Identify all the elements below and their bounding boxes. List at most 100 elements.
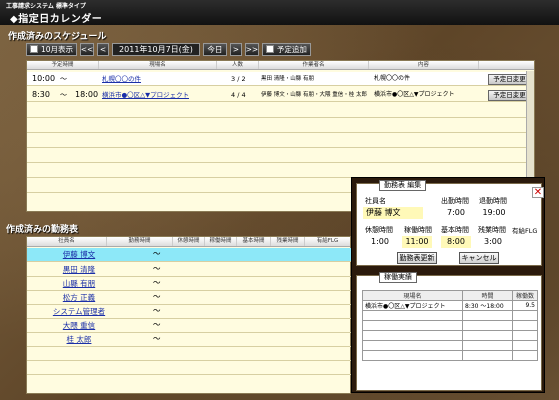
staff-row[interactable]: 桂 太郎 〜 (27, 333, 352, 347)
staff-row-selected[interactable]: 伊藤 博文 〜 (27, 248, 352, 262)
basic-time-value: 8:00 (441, 236, 471, 248)
col-rest: 休憩時間 (173, 237, 205, 246)
add-schedule-button[interactable]: 予定追加 (261, 42, 311, 56)
col-paid: 有給FLG (316, 238, 339, 244)
empty-row (27, 375, 352, 389)
site-link[interactable]: 札幌〇〇の件 (102, 72, 141, 86)
record-hours: 9.5 (512, 300, 538, 311)
change-date-button[interactable]: 予定日変更 (488, 90, 531, 101)
col-site: 現場名 (99, 61, 217, 69)
site-link[interactable]: 横浜市●〇区△▼プロジェクト (102, 88, 189, 102)
worker-count: 3 / 2 (231, 75, 246, 83)
staff-row[interactable]: 山縣 有朋 〜 (27, 277, 352, 291)
employee-link[interactable]: 松方 正義 (49, 291, 109, 305)
record-legend: 稼働実績 (379, 272, 417, 283)
empty-row (27, 164, 534, 178)
record-row: 横浜市●〇区△▼プロジェクト 8:30 〜18:00 9.5 (362, 300, 538, 311)
worker-names: 伊藤 博文・山縣 有朋・大隈 重信・桂 太郎 (261, 92, 367, 98)
close-icon[interactable]: ✕ (532, 187, 544, 198)
employee-link[interactable]: 山縣 有朋 (49, 277, 109, 291)
empty-row (27, 361, 352, 375)
next-day-button[interactable]: > (229, 42, 242, 56)
date-toolbar: 10月表示 << < 2011年10月7日(金) 今日 > >> 予定追加 (26, 42, 311, 56)
work-time: 〜 (153, 292, 161, 301)
staff-row[interactable]: 大隈 重信 〜 (27, 319, 352, 333)
col-employee: 社員名 (27, 237, 107, 246)
title-bar: 工事請求システム 標準タイプ ◆指定日カレンダー (0, 0, 559, 25)
next-month-button[interactable]: >> (244, 42, 259, 56)
cancel-button[interactable]: キャンセル (459, 252, 499, 264)
col-time: 予定時間 (27, 61, 99, 69)
employee-link[interactable]: 大隈 重信 (49, 319, 109, 333)
work-time-value: 11:00 (402, 236, 432, 248)
basic-label: 基本時間 (441, 226, 469, 234)
empty-row (362, 310, 538, 321)
staff-row[interactable]: 黒田 清隆 〜 (27, 263, 352, 277)
staff-header: 社員名 勤務時間 休憩時間 稼働時間 基本時間 残業時間 有給FLG (27, 237, 350, 247)
col-basic: 基本時間 (237, 237, 271, 246)
prev-day-button[interactable]: < (97, 42, 110, 56)
time-separator: 〜 (60, 75, 67, 83)
today-button[interactable]: 今日 (202, 42, 227, 56)
calendar-icon (30, 45, 38, 53)
schedule-row[interactable]: 8:30 〜 18:00 横浜市●〇区△▼プロジェクト 4 / 4 伊藤 博文・… (27, 88, 534, 102)
empty-row (27, 119, 534, 133)
col-content: 内容 (369, 61, 479, 69)
document-icon (265, 45, 274, 53)
employee-link[interactable]: 黒田 清隆 (49, 263, 109, 277)
work-record-panel: 稼働実績 現場名 時間 稼働数 横浜市●〇区△▼プロジェクト 8:30 〜18:… (356, 272, 542, 391)
empty-row (362, 350, 538, 361)
rest-label: 休憩時間 (365, 226, 393, 234)
empty-row (362, 330, 538, 341)
employee-link[interactable]: 桂 太郎 (49, 333, 109, 347)
overtime-value: 3:00 (484, 237, 502, 246)
col-workers: 作業者名 (259, 61, 369, 69)
staff-row[interactable]: 松方 正義 〜 (27, 291, 352, 305)
work-time: 〜 (153, 278, 161, 287)
work-time: 〜 (153, 249, 161, 258)
staff-table: 社員名 勤務時間 休憩時間 稼働時間 基本時間 残業時間 有給FLG 伊藤 博文… (26, 236, 352, 394)
empty-row (27, 347, 352, 361)
worker-count: 4 / 4 (231, 91, 246, 99)
empty-row (362, 320, 538, 331)
attendance-edit-dialog: 勤務表 編集 ✕ 社員名 出勤時間 退勤時間 伊藤 博文 7:00 19:00 … (351, 177, 545, 393)
edit-form: 勤務表 編集 ✕ 社員名 出勤時間 退勤時間 伊藤 博文 7:00 19:00 … (356, 180, 544, 266)
col-count: 人数 (217, 61, 259, 69)
end-time: 18:00 (75, 90, 99, 99)
record-site: 横浜市●〇区△▼プロジェクト (362, 300, 463, 311)
schedule-section-title: 作成済みのスケジュール (8, 32, 107, 42)
leave-time-input[interactable]: 19:00 (479, 207, 509, 219)
empty-row (27, 104, 534, 118)
prev-month-button[interactable]: << (80, 42, 95, 56)
empty-row (27, 134, 534, 148)
employee-value: 伊藤 博文 (363, 207, 423, 219)
work-time: 〜 (153, 306, 161, 315)
arrive-label: 出勤時間 (441, 197, 469, 205)
employee-link[interactable]: 伊藤 博文 (49, 248, 109, 262)
work-record-table: 現場名 時間 稼働数 横浜市●〇区△▼プロジェクト 8:30 〜18:00 9.… (362, 290, 538, 361)
content: 横浜市●〇区△▼プロジェクト (374, 91, 455, 98)
empty-row (27, 149, 534, 163)
staff-row[interactable]: システム管理者 〜 (27, 305, 352, 319)
start-time: 10:00 (32, 74, 56, 83)
content: 札幌〇〇の件 (374, 75, 411, 82)
rest-time-input[interactable]: 1:00 (365, 236, 395, 248)
paid-label: 有給FLG (512, 227, 538, 235)
record-col-hours: 稼働数 (512, 290, 538, 301)
schedule-row[interactable]: 10:00 〜 札幌〇〇の件 3 / 2 黒田 清隆・山縣 有朋 札幌〇〇の件 … (27, 72, 534, 86)
update-attendance-button[interactable]: 勤務表更新 (397, 252, 437, 264)
col-worktime: 勤務時間 (107, 237, 173, 246)
time-separator: 〜 (60, 91, 67, 99)
work-label: 稼働時間 (404, 226, 432, 234)
col-overtime: 残業時間 (271, 237, 305, 246)
current-date: 2011年10月7日(金) (112, 42, 200, 56)
work-time: 〜 (153, 264, 161, 273)
col-operating: 稼働時間 (205, 237, 237, 246)
change-date-button[interactable]: 予定日変更 (488, 74, 531, 85)
arrive-time-input[interactable]: 7:00 (441, 207, 471, 219)
start-time: 8:30 (32, 90, 50, 99)
month-view-button[interactable]: 10月表示 (26, 42, 78, 56)
worker-names: 黒田 清隆・山縣 有朋 (261, 76, 314, 82)
employee-link[interactable]: システム管理者 (37, 305, 121, 319)
empty-row (362, 340, 538, 351)
